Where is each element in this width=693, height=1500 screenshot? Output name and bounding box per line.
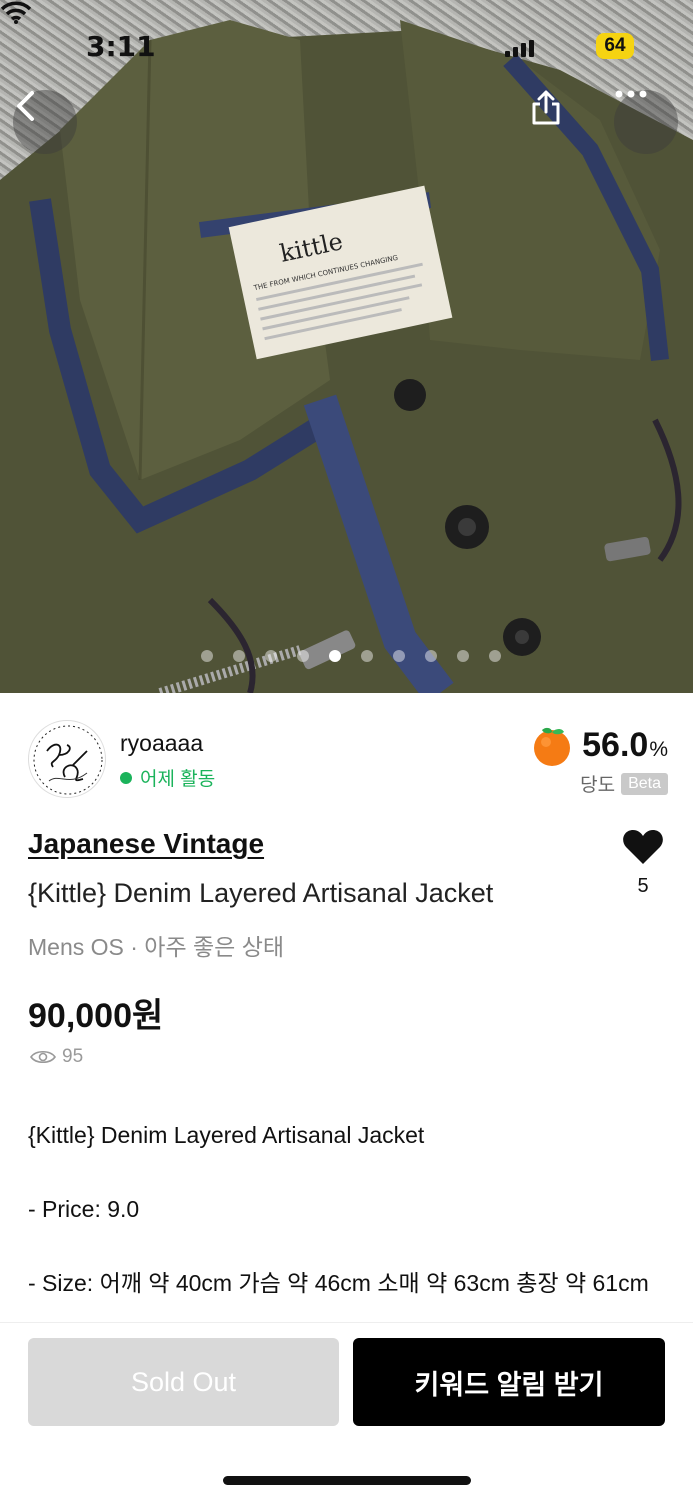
sweetness-label: 당도: [580, 775, 616, 796]
activity-text: 어제 활동: [140, 769, 216, 790]
beta-badge: Beta: [621, 772, 668, 795]
bottom-action-bar: Sold Out 키워드 알림 받기: [0, 1322, 693, 1500]
battery-indicator: 64: [596, 33, 634, 59]
product-title: {Kittle} Denim Layered Artisanal Jacket: [28, 878, 494, 908]
back-button[interactable]: [13, 90, 77, 154]
share-icon: [532, 90, 560, 125]
view-count: 95: [30, 1046, 83, 1068]
carousel-dot[interactable]: [232, 650, 245, 662]
wifi-icon: [0, 1, 32, 24]
seller-name[interactable]: ryoaaaa: [120, 730, 203, 757]
carousel-dot[interactable]: [392, 650, 405, 662]
online-dot-icon: [120, 771, 132, 784]
eye-icon: [30, 1050, 56, 1064]
carousel-dot[interactable]: [488, 650, 501, 662]
carousel-dot[interactable]: [456, 650, 469, 662]
like-button[interactable]: 5: [620, 828, 666, 898]
carousel-dot[interactable]: [424, 650, 437, 662]
image-carousel-indicator[interactable]: [0, 650, 693, 664]
carousel-dot[interactable]: [360, 650, 373, 662]
sweetness-value: 56.0%: [582, 725, 668, 764]
more-options-button[interactable]: [614, 90, 678, 154]
carousel-dot[interactable]: [264, 650, 277, 662]
seller-activity-status: 어제 활동: [120, 764, 215, 791]
keyword-alert-button[interactable]: 키워드 알림 받기: [353, 1338, 665, 1426]
status-bar: 3:11 64: [0, 0, 693, 92]
carousel-dot[interactable]: [296, 650, 309, 662]
brand-link[interactable]: Japanese Vintage: [28, 828, 264, 860]
seller-avatar[interactable]: [28, 720, 106, 798]
chevron-left-icon: [17, 91, 34, 121]
like-count: 5: [637, 875, 649, 897]
sold-out-button: Sold Out: [28, 1338, 339, 1426]
status-time: 3:11: [86, 30, 156, 63]
more-horizontal-icon: [615, 90, 647, 98]
view-count-value: 95: [62, 1046, 84, 1067]
sweetness-score[interactable]: 56.0% 당도 Beta: [508, 720, 668, 800]
seller-logo-icon: [33, 725, 103, 795]
heart-icon: [623, 830, 663, 864]
share-button[interactable]: [530, 90, 594, 154]
description-line: {Kittle} Denim Layered Artisanal Jacket: [28, 1122, 425, 1148]
carousel-dot[interactable]: [200, 650, 213, 662]
product-description: {Kittle} Denim Layered Artisanal Jacket …: [28, 1120, 668, 1320]
seller-row[interactable]: ryoaaaa 어제 활동 56.0% 당도 Beta: [28, 720, 668, 800]
carousel-dot-active[interactable]: [328, 650, 341, 662]
persimmon-icon: [534, 727, 571, 766]
product-price: 90,000원: [28, 997, 164, 1035]
cellular-signal-icon: [505, 40, 535, 57]
description-line: - Price: 9.0: [28, 1196, 140, 1222]
product-size-condition: Mens OS · 아주 좋은 상태: [28, 934, 285, 960]
product-photo[interactable]: kittle THE FROM WHICH CONTINUES CHANGING…: [0, 0, 693, 693]
home-indicator[interactable]: [223, 1476, 471, 1485]
description-line: - Size: 어깨 약 40cm 가슴 약 46cm 소매 약 63cm 총장…: [28, 1270, 649, 1296]
